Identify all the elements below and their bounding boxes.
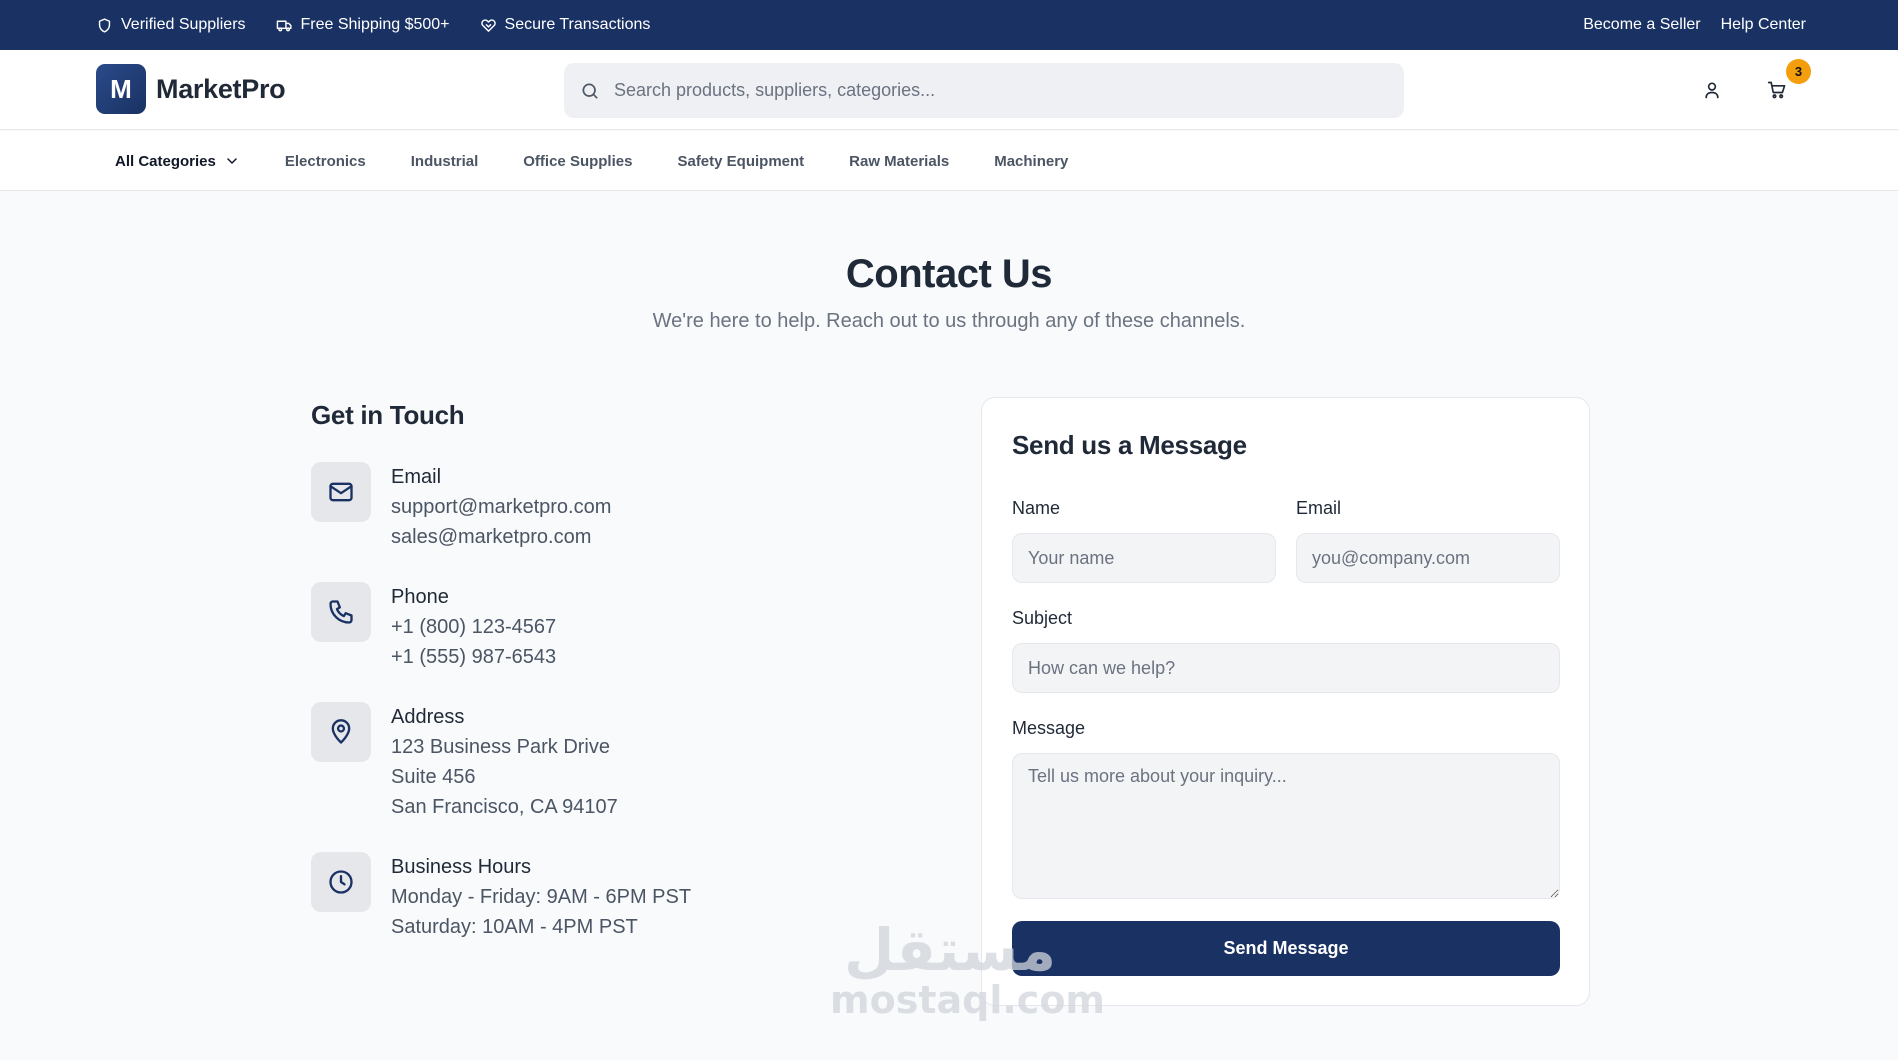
- trust-badges: Verified Suppliers Free Shipping $500+ S…: [96, 0, 650, 50]
- hours-icon-tile: [311, 852, 371, 912]
- search-input[interactable]: [614, 80, 1374, 101]
- contact-phone: Phone +1 (800) 123-4567 +1 (555) 987-654…: [311, 582, 556, 672]
- badge-secure-transactions: Secure Transactions: [480, 16, 651, 34]
- contact-line: Monday - Friday: 9AM - 6PM PST: [391, 886, 692, 908]
- contact-address: Address 123 Business Park Drive Suite 45…: [311, 702, 618, 822]
- contact-line: Saturday: 10AM - 4PM PST: [391, 916, 638, 938]
- page-title: Contact Us: [845, 252, 1053, 296]
- chevron-down-icon: [227, 158, 237, 165]
- email-icon-tile: [311, 462, 371, 522]
- handshake-icon: [480, 18, 496, 32]
- logo-mark: M: [96, 64, 146, 114]
- contact-line[interactable]: support@marketpro.com: [391, 492, 611, 522]
- category-raw-materials[interactable]: Raw Materials: [849, 153, 949, 170]
- email-label: Email: [1296, 498, 1342, 518]
- phone-icon-tile: [311, 582, 371, 642]
- account-button[interactable]: [1698, 76, 1726, 104]
- badge-verified-suppliers: Verified Suppliers: [96, 16, 246, 34]
- shield-icon: [98, 17, 111, 33]
- truck-icon: [276, 20, 292, 31]
- category-safety-equipment[interactable]: Safety Equipment: [677, 153, 804, 170]
- contact-line: 123 Business Park Drive: [391, 736, 610, 758]
- clock-icon: [329, 870, 353, 894]
- logo-text: MarketPro: [156, 73, 286, 104]
- contact-form-card: Send us a Message Name Email Subject Mes…: [981, 397, 1590, 1006]
- cart-button[interactable]: [1763, 76, 1791, 104]
- user-icon: [1705, 82, 1719, 99]
- contact-line[interactable]: +1 (555) 987-6543: [391, 642, 556, 672]
- topbar-links: Become a Seller Help Center: [1583, 0, 1806, 50]
- site-logo[interactable]: M MarketPro: [96, 64, 286, 114]
- badge-free-shipping: Free Shipping $500+: [276, 16, 450, 34]
- contact-line[interactable]: +1 (800) 123-4567: [391, 612, 556, 642]
- send-message-button[interactable]: Send Message: [1012, 921, 1560, 976]
- become-seller-link[interactable]: Become a Seller: [1583, 16, 1700, 34]
- page-subtitle: We're here to help. Reach out to us thro…: [652, 310, 1246, 332]
- watermark-arabic: مستقل: [843, 916, 1057, 984]
- email-field[interactable]: [1296, 533, 1560, 583]
- contact-title: Address: [391, 706, 465, 728]
- contact-line: Suite 456: [391, 766, 476, 788]
- search-bar[interactable]: [564, 63, 1404, 118]
- search-icon: [582, 83, 598, 98]
- message-label: Message: [1012, 718, 1086, 738]
- contact-hours: Business Hours Monday - Friday: 9AM - 6P…: [311, 852, 691, 942]
- mail-icon: [329, 482, 353, 502]
- main-header: M MarketPro 3: [0, 50, 1898, 130]
- category-office-supplies[interactable]: Office Supplies: [523, 153, 632, 170]
- name-label: Name: [1012, 498, 1061, 518]
- all-categories-dropdown[interactable]: All Categories: [115, 153, 240, 170]
- badge-label: Verified Suppliers: [121, 16, 246, 33]
- map-pin-icon: [331, 719, 351, 744]
- category-electronics[interactable]: Electronics: [285, 153, 366, 170]
- category-industrial[interactable]: Industrial: [411, 153, 479, 170]
- contact-title: Phone: [391, 586, 449, 608]
- watermark-latin: mostaql.com: [830, 978, 1106, 1022]
- contact-title: Email: [391, 466, 442, 488]
- phone-icon: [329, 600, 353, 624]
- get-in-touch-title: Get in Touch: [311, 400, 465, 430]
- help-center-link[interactable]: Help Center: [1721, 16, 1806, 34]
- name-field[interactable]: [1012, 533, 1276, 583]
- contact-title: Business Hours: [391, 856, 532, 878]
- category-nav: All Categories Electronics Industrial Of…: [0, 131, 1898, 191]
- category-machinery[interactable]: Machinery: [994, 153, 1068, 170]
- address-icon-tile: [311, 702, 371, 762]
- all-categories-label: All Categories: [115, 152, 216, 170]
- contact-line[interactable]: sales@marketpro.com: [391, 522, 611, 552]
- contact-line: San Francisco, CA 94107: [391, 796, 618, 818]
- shopping-cart-icon: [1767, 81, 1786, 99]
- message-textarea[interactable]: [1012, 753, 1560, 899]
- cart-count-badge: 3: [1786, 59, 1811, 84]
- subject-field[interactable]: [1012, 643, 1560, 693]
- top-announcement-bar: Verified Suppliers Free Shipping $500+ S…: [0, 0, 1898, 50]
- badge-label: Free Shipping $500+: [300, 16, 450, 33]
- watermark: مستقل mostaql.com: [830, 916, 1106, 1022]
- badge-label: Secure Transactions: [504, 16, 651, 33]
- contact-email: Email support@marketpro.com sales@market…: [311, 462, 611, 552]
- subject-label: Subject: [1012, 608, 1073, 628]
- form-title: Send us a Message: [1012, 430, 1247, 460]
